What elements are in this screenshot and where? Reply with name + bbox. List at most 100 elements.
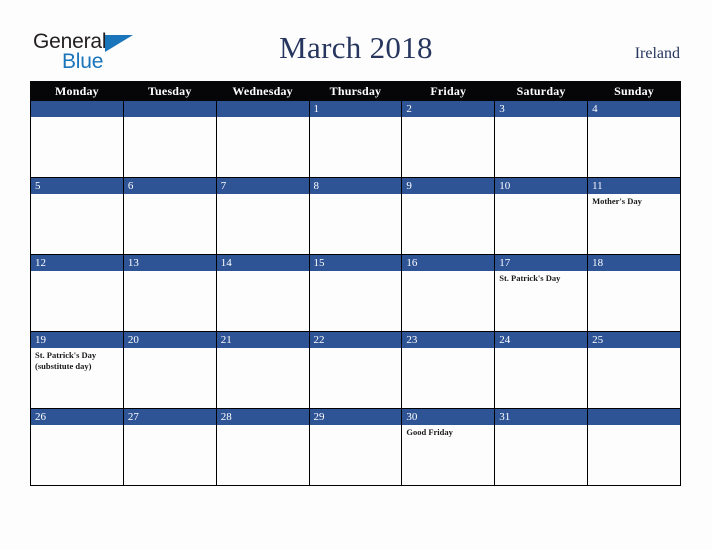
weekday-header-sunday: Sunday [587,81,681,101]
calendar-day-cell[interactable] [215,100,310,178]
day-events [217,348,309,350]
calendar-day-cell[interactable]: 6 [122,177,217,255]
day-number [216,101,309,117]
calendar-day-cell[interactable]: 30 Good Friday [401,408,496,486]
calendar-day-cell[interactable]: 20 [122,331,217,409]
day-cell-inner: 12 [31,255,123,331]
calendar-week-row: 26 27 28 29 30 Good Friday 31 [30,408,681,486]
day-cell-inner: 14 [216,255,309,331]
day-cell-inner: 2 [402,101,495,177]
day-events [588,348,680,350]
day-events [217,271,309,273]
day-cell-inner: 13 [123,255,216,331]
day-cell-inner: 28 [216,409,309,485]
calendar-day-cell[interactable]: 2 [401,100,496,178]
calendar-day-cell[interactable]: 26 [30,408,124,486]
day-number: 21 [216,332,309,348]
day-cell-inner: 8 [309,178,402,254]
day-cell-inner [216,101,309,177]
calendar-day-cell[interactable]: 10 [494,177,589,255]
day-cell-inner: 3 [495,101,588,177]
calendar-day-cell[interactable]: 17 St. Patrick's Day [494,254,589,332]
day-number: 11 [588,178,680,194]
calendar-day-cell[interactable]: 13 [122,254,217,332]
calendar-day-cell[interactable]: 8 [308,177,403,255]
calendar-day-cell[interactable]: 24 [494,331,589,409]
day-events [310,117,402,119]
calendar-day-cell[interactable]: 18 [587,254,681,332]
day-cell-inner: 11 Mother's Day [588,178,680,254]
day-events [124,348,216,350]
day-cell-inner: 15 [309,255,402,331]
calendar-day-cell[interactable]: 15 [308,254,403,332]
day-events: Good Friday [402,425,494,438]
calendar-day-cell[interactable]: 16 [401,254,496,332]
calendar-day-cell[interactable]: 3 [494,100,589,178]
day-cell-inner: 6 [123,178,216,254]
calendar-day-cell[interactable]: 23 [401,331,496,409]
day-events [31,117,123,119]
day-cell-inner [588,409,680,485]
day-number: 14 [216,255,309,271]
calendar-day-cell[interactable] [122,100,217,178]
day-number: 26 [31,409,123,425]
day-events [402,348,494,350]
calendar-day-cell[interactable]: 28 [215,408,310,486]
day-cell-inner: 30 Good Friday [402,409,495,485]
calendar-day-cell[interactable] [30,100,124,178]
calendar-day-cell[interactable]: 14 [215,254,310,332]
day-events [495,194,587,196]
day-events [310,348,402,350]
day-number: 6 [123,178,216,194]
page-header: General Blue March 2018 Ireland [0,0,712,80]
calendar-day-cell[interactable]: 7 [215,177,310,255]
calendar-day-cell[interactable]: 5 [30,177,124,255]
calendar-day-cell[interactable]: 27 [122,408,217,486]
day-events [124,194,216,196]
calendar-day-cell[interactable]: 31 [494,408,589,486]
calendar-day-cell[interactable]: 1 [308,100,403,178]
weekday-header-saturday: Saturday [494,81,589,101]
calendar-day-cell[interactable]: 11 Mother's Day [587,177,681,255]
weekday-header-monday: Monday [30,81,124,101]
calendar-day-cell[interactable]: 29 [308,408,403,486]
day-cell-inner: 1 [309,101,402,177]
day-cell-inner: 19 St. Patrick's Day (substitute day) [31,332,123,408]
day-cell-inner [31,101,123,177]
day-number: 24 [495,332,588,348]
day-cell-inner: 23 [402,332,495,408]
day-number [123,101,216,117]
calendar-day-cell[interactable]: 19 St. Patrick's Day (substitute day) [30,331,124,409]
calendar-week-row: 5 6 7 8 9 10 11 Mother's Day [30,177,681,255]
weekday-header-thursday: Thursday [308,81,403,101]
event-label: St. Patrick's Day (substitute day) [35,350,97,371]
calendar-day-cell[interactable]: 9 [401,177,496,255]
day-number: 25 [588,332,680,348]
day-number: 15 [309,255,402,271]
day-cell-inner: 26 [31,409,123,485]
day-events [124,425,216,427]
day-cell-inner: 24 [495,332,588,408]
day-events [588,271,680,273]
calendar-day-cell[interactable]: 22 [308,331,403,409]
day-cell-inner: 7 [216,178,309,254]
day-cell-inner: 27 [123,409,216,485]
day-number: 19 [31,332,123,348]
day-number: 8 [309,178,402,194]
calendar-day-cell[interactable]: 4 [587,100,681,178]
day-cell-inner: 31 [495,409,588,485]
calendar-day-cell[interactable] [587,408,681,486]
calendar-day-cell[interactable]: 21 [215,331,310,409]
calendar-day-cell[interactable]: 12 [30,254,124,332]
day-cell-inner: 5 [31,178,123,254]
page-title: March 2018 [279,30,433,65]
day-cell-inner: 22 [309,332,402,408]
day-number: 22 [309,332,402,348]
day-events [217,194,309,196]
day-number: 16 [402,255,495,271]
day-events [310,194,402,196]
calendar-body: 1 2 3 4 5 6 7 8 9 10 11 Mother's Day 12 13 14 15 16 17 St.… [30,100,681,486]
calendar-day-cell[interactable]: 25 [587,331,681,409]
day-cell-inner: 18 [588,255,680,331]
day-number: 13 [123,255,216,271]
